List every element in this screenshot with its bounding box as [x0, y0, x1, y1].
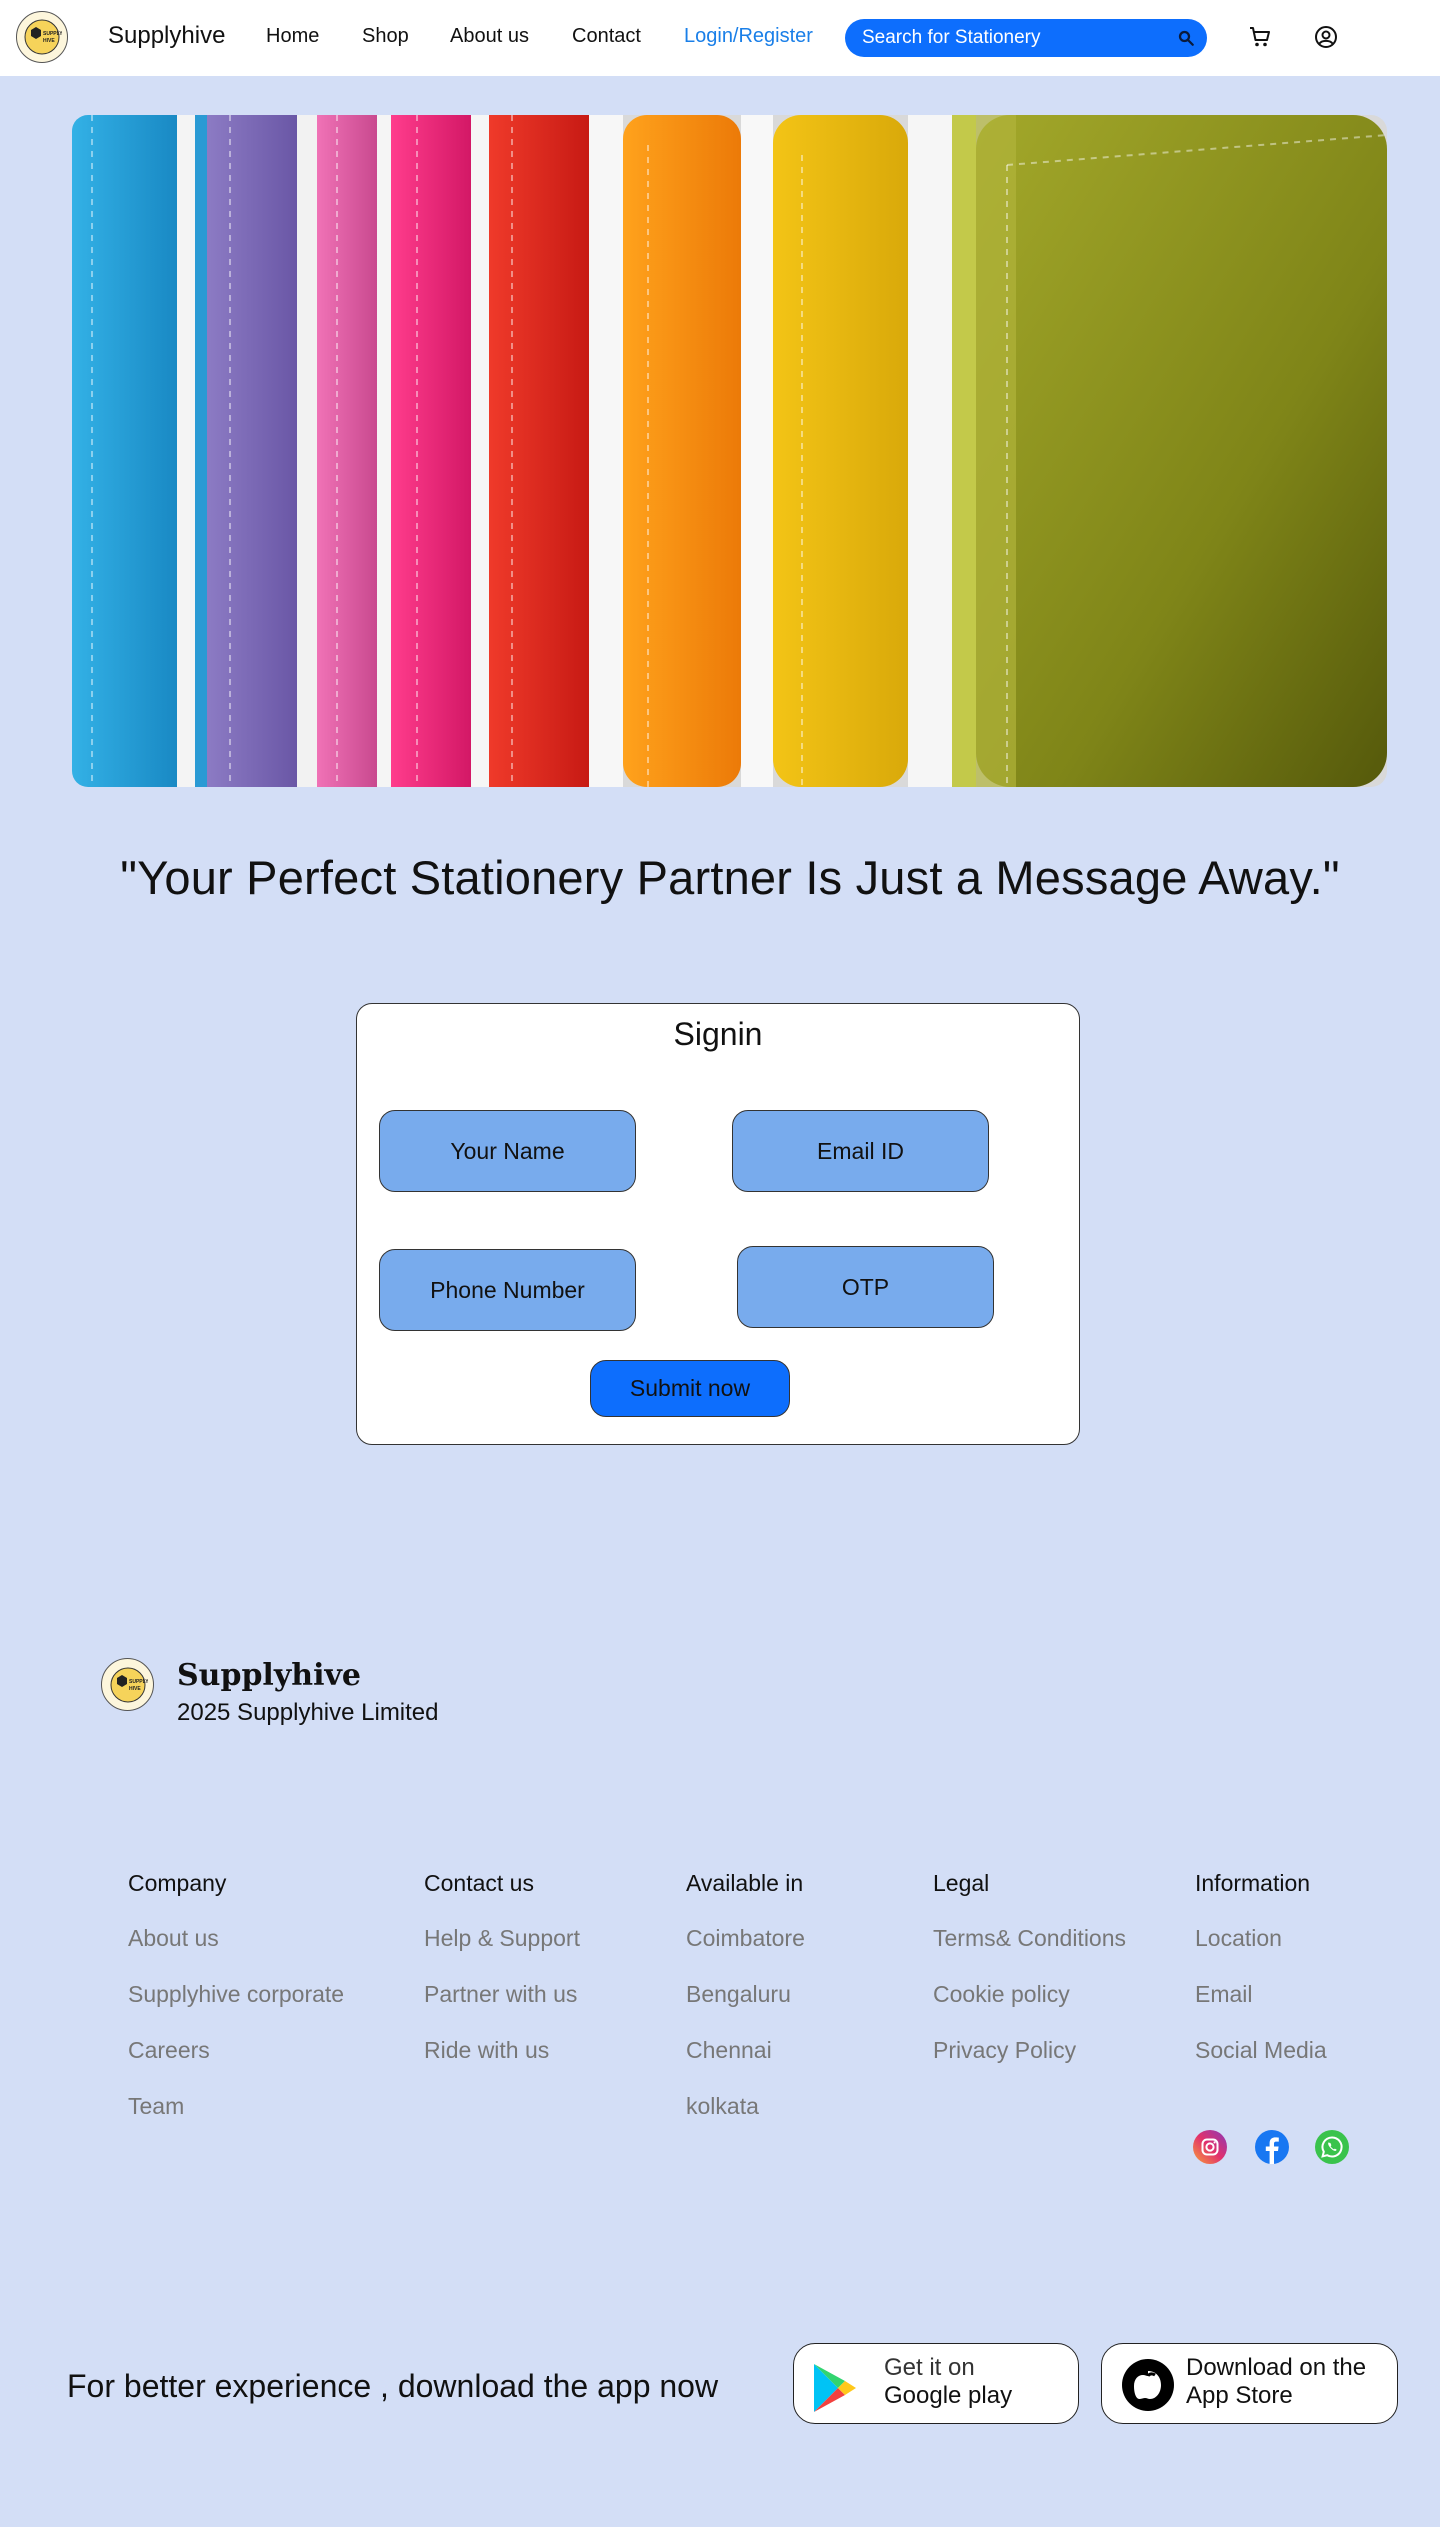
- phone-field[interactable]: Phone Number: [379, 1249, 636, 1331]
- search-input[interactable]: Search for Stationery: [862, 27, 1040, 49]
- brand-name[interactable]: Supplyhive: [108, 22, 225, 50]
- footer-link[interactable]: Coimbatore: [686, 1924, 805, 1953]
- app-store-button[interactable]: Download on the App Store: [1101, 2343, 1398, 2424]
- footer-link[interactable]: Chennai: [686, 2036, 805, 2065]
- google-play-line1: Get it on: [884, 2354, 975, 2381]
- instagram-icon[interactable]: [1193, 2130, 1227, 2164]
- footer-logo[interactable]: SUPPLY HIVE: [101, 1658, 154, 1711]
- search-bar[interactable]: Search for Stationery: [845, 19, 1207, 57]
- logo[interactable]: SUPPLY HIVE: [16, 11, 68, 63]
- app-store-line2: App Store: [1186, 2382, 1293, 2409]
- footer-link[interactable]: Supplyhive corporate: [128, 1980, 344, 2009]
- account-icon[interactable]: [1314, 25, 1338, 49]
- nav-home[interactable]: Home: [266, 25, 319, 48]
- otp-field[interactable]: OTP: [737, 1246, 994, 1328]
- google-play-line2: Google play: [884, 2382, 1013, 2409]
- google-play-icon: [814, 2364, 856, 2412]
- column-heading: Information: [1195, 1870, 1311, 1896]
- logo-icon: SUPPLY HIVE: [110, 1667, 148, 1702]
- logo-icon: SUPPLY HIVE: [24, 19, 62, 55]
- search-icon[interactable]: [1177, 29, 1195, 47]
- footer-link[interactable]: Careers: [128, 2036, 344, 2065]
- column-heading: Available in: [686, 1870, 804, 1896]
- app-download-text: For better experience , download the app…: [67, 2368, 719, 2404]
- navbar: SUPPLY HIVE Supplyhive Home Shop About u…: [0, 0, 1440, 76]
- email-field[interactable]: Email ID: [732, 1110, 989, 1192]
- name-field[interactable]: Your Name: [379, 1110, 636, 1192]
- svg-text:SUPPLY: SUPPLY: [43, 31, 62, 37]
- nav-login-register[interactable]: Login/Register: [684, 25, 813, 48]
- footer-link[interactable]: kolkata: [686, 2092, 805, 2121]
- footer-column-available: Available in Coimbatore Bengaluru Chenna…: [686, 1870, 805, 2148]
- cart-icon[interactable]: [1248, 25, 1272, 49]
- signin-form: Signin Your Name Email ID Phone Number O…: [356, 1003, 1080, 1445]
- footer-link[interactable]: Team: [128, 2092, 344, 2121]
- footer-column-company: Company About us Supplyhive corporate Ca…: [128, 1870, 344, 2148]
- footer-link[interactable]: Privacy Policy: [933, 2036, 1126, 2065]
- column-heading: Company: [128, 1870, 227, 1896]
- svg-text:HIVE: HIVE: [43, 38, 55, 44]
- nav-contact[interactable]: Contact: [572, 25, 641, 48]
- app-store-line1: Download on the: [1186, 2354, 1367, 2381]
- svg-text:HIVE: HIVE: [129, 1686, 141, 1692]
- nav-shop[interactable]: Shop: [362, 25, 409, 48]
- footer-link[interactable]: Email: [1195, 1980, 1327, 2009]
- footer-link[interactable]: Bengaluru: [686, 1980, 805, 2009]
- footer-link[interactable]: Help & Support: [424, 1924, 580, 1953]
- apple-icon: [1122, 2359, 1174, 2411]
- column-heading: Contact us: [424, 1870, 534, 1896]
- submit-button[interactable]: Submit now: [590, 1360, 790, 1417]
- footer-column-contact: Contact us Help & Support Partner with u…: [424, 1870, 580, 2092]
- footer-link[interactable]: Ride with us: [424, 2036, 580, 2065]
- hero-banner: [72, 115, 1387, 787]
- nav-about[interactable]: About us: [450, 25, 529, 48]
- footer-link[interactable]: Partner with us: [424, 1980, 580, 2009]
- copyright-text: 2025 Supplyhive Limited: [177, 1699, 439, 1726]
- svg-text:SUPPLY: SUPPLY: [129, 1679, 148, 1685]
- footer-link[interactable]: About us: [128, 1924, 344, 1953]
- page-headline: "Your Perfect Stationery Partner Is Just…: [120, 851, 1340, 904]
- notebooks-image: [72, 115, 1387, 787]
- footer-column-information: Information Location Email Social Media: [1195, 1870, 1327, 2092]
- footer-link[interactable]: Social Media: [1195, 2036, 1327, 2065]
- signin-title: Signin: [673, 1016, 763, 1052]
- footer-link[interactable]: Location: [1195, 1924, 1327, 1953]
- whatsapp-icon[interactable]: [1315, 2130, 1349, 2164]
- footer-brand-name: Supplyhive: [177, 1658, 361, 1693]
- footer-link[interactable]: Terms& Conditions: [933, 1924, 1126, 1953]
- footer-column-legal: Legal Terms& Conditions Cookie policy Pr…: [933, 1870, 1126, 2092]
- facebook-icon[interactable]: [1255, 2130, 1289, 2164]
- google-play-button[interactable]: Get it on Google play: [793, 2343, 1079, 2424]
- column-heading: Legal: [933, 1870, 990, 1896]
- footer-link[interactable]: Cookie policy: [933, 1980, 1126, 2009]
